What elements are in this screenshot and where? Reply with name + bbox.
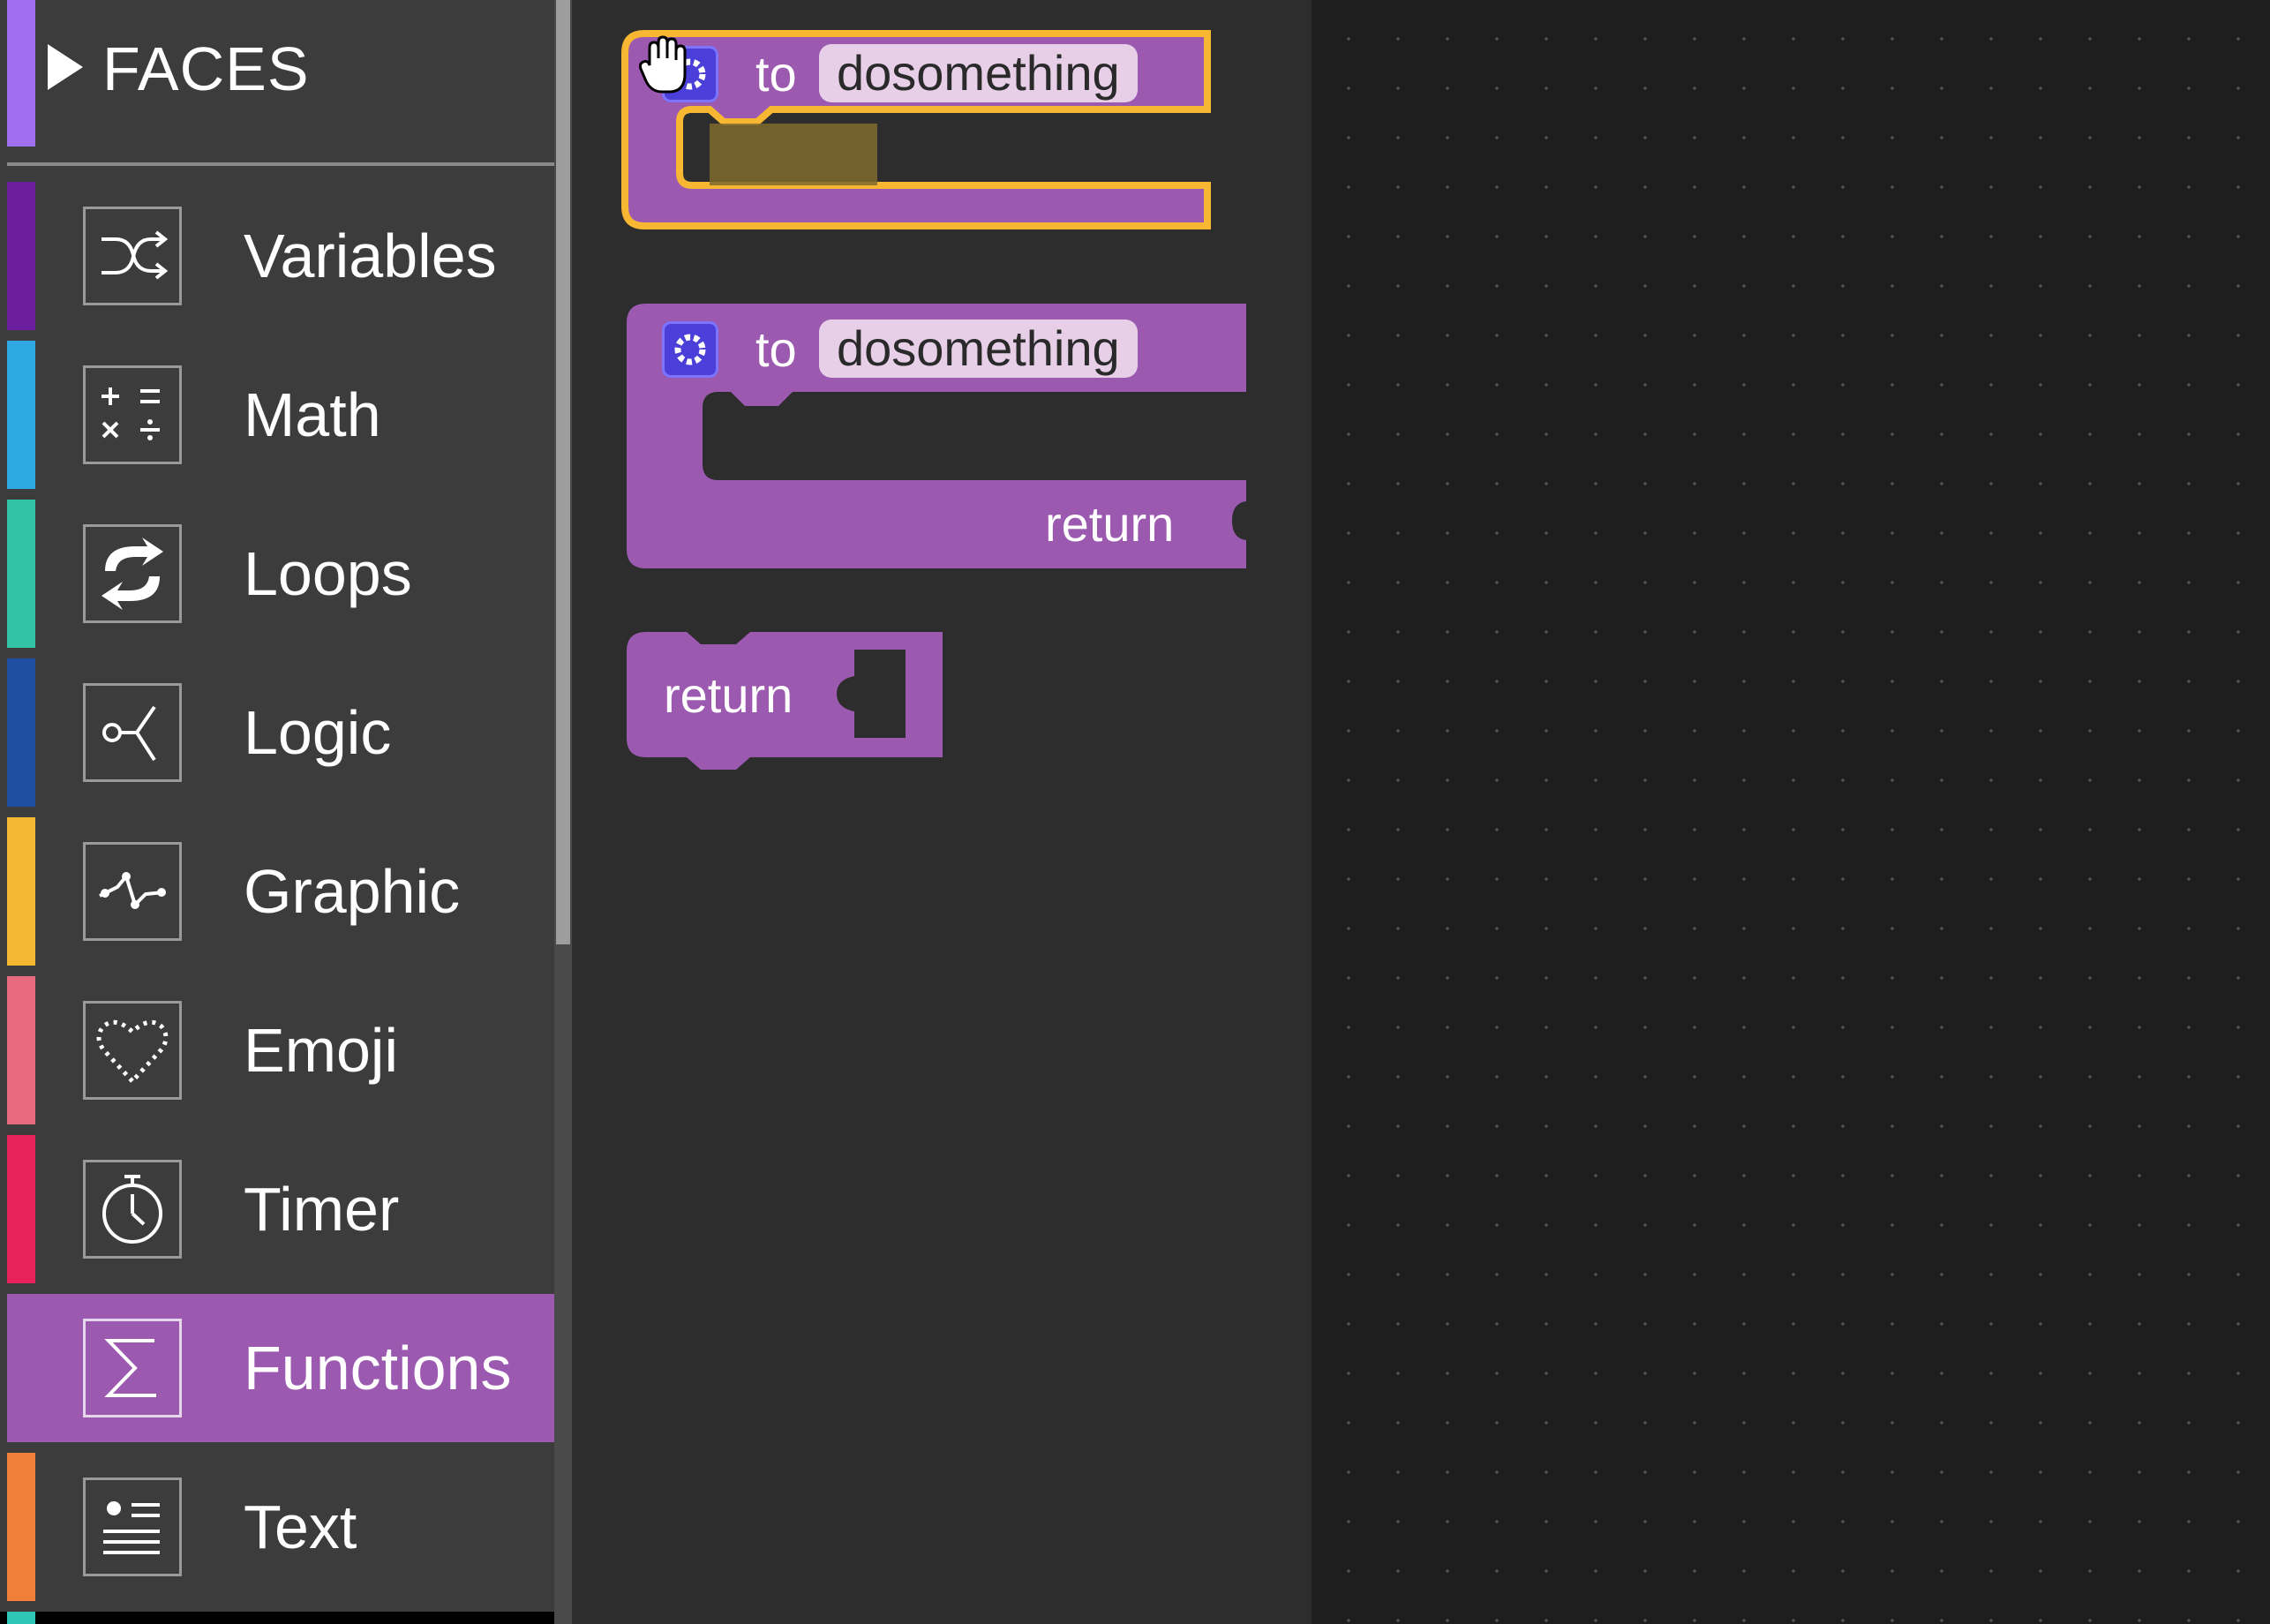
divider [7,162,554,166]
category-label: Emoji [244,1016,399,1085]
text-card-icon [103,1501,160,1554]
return-label: return [664,667,793,723]
category-color-bar [7,0,35,147]
shuffle-icon [101,230,169,280]
toolbox: FACES Variables Math Loops Logic Graphic Emoj… [0,0,554,1624]
category-variables[interactable]: Variables [0,182,554,330]
category-label: Math [244,380,381,449]
return-label: return [1045,496,1175,552]
flyout-blocks-canvas [621,0,1246,770]
flyout-panel: to dosomething to dosomething return ret… [572,0,1312,1624]
procedure-name-field[interactable]: dosomething [819,320,1138,378]
procedure-name-field[interactable]: dosomething [819,44,1138,102]
faces-label: FACES [102,34,310,103]
category-label: Loops [244,539,412,608]
category-label: Text [244,1492,357,1561]
category-color-bar [7,976,35,1124]
procedure-block-highlighted[interactable] [621,0,1222,229]
category-label: Logic [244,698,392,767]
toolbox-bottom-edge [0,1612,554,1624]
expand-triangle-icon[interactable] [48,44,83,90]
gear-icon[interactable] [662,321,718,378]
category-math[interactable]: Math [0,341,554,489]
category-text[interactable]: Text [0,1453,554,1601]
category-color-bar [7,341,35,489]
workspace-canvas[interactable] [1312,0,2270,1624]
category-label: Timer [244,1175,400,1244]
path-nodes-icon [99,872,166,909]
faces-category-header[interactable]: FACES [0,0,554,147]
category-color-bar [7,817,35,966]
heart-dotted-icon [96,1019,169,1085]
category-color-bar [7,182,35,330]
category-label: Variables [244,222,497,290]
category-graphic[interactable]: Graphic [0,817,554,966]
loop-arrows-icon [101,538,163,610]
category-color-bar [7,658,35,807]
category-timer[interactable]: Timer [0,1135,554,1283]
branch-icon [102,705,156,762]
stopwatch-icon [102,1175,162,1244]
category-functions[interactable]: Functions [0,1294,554,1442]
category-color-bar [7,1294,35,1442]
category-logic[interactable]: Logic [0,658,554,807]
toolbox-scrollbar-thumb[interactable] [556,0,570,944]
sigma-icon [104,1339,156,1397]
category-emoji[interactable]: Emoji [0,976,554,1124]
category-label: Functions [244,1334,512,1402]
to-keyword: to [755,321,797,377]
ghost-drop-placeholder [710,124,877,185]
math-operators-icon [101,387,160,440]
category-loops[interactable]: Loops [0,500,554,648]
to-keyword: to [755,46,797,102]
grab-hand-cursor-icon [639,35,687,94]
category-label: Graphic [244,857,461,926]
category-color-bar [7,500,35,648]
category-color-bar [7,1453,35,1601]
category-color-bar [7,1135,35,1283]
